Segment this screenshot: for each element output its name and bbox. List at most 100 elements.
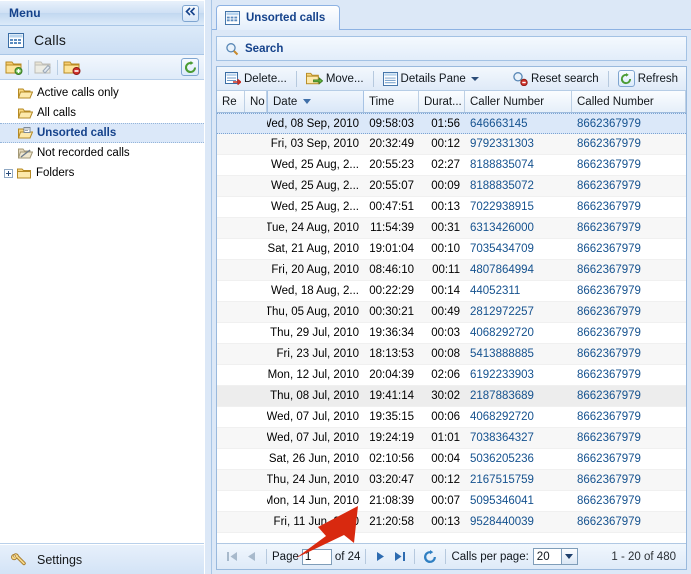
table-row[interactable]: Thu, 29 Jul, 2010 19:36:34 00:03 4068292720… [217,323,686,344]
left-sidebar: Menu Calls Active calls only All calls U… [0,0,205,574]
table-row[interactable]: Mon, 14 Jun, 2010 21:08:39 00:07 5095346041… [217,491,686,512]
cell-time: 21:08:39 [369,495,414,507]
table-row[interactable]: Wed, 08 Sep, 2010 09:58:03 01:56 646663145 8… [217,113,686,134]
column-header-durat[interactable]: Durat... [419,91,465,112]
cell-date: Thu, 24 Jun, 2010 [267,474,359,486]
tree-item-all-calls[interactable]: All calls [0,103,204,123]
cell-caller: 44052311 [470,285,521,297]
last-page-button[interactable] [393,550,406,563]
search-panel-header[interactable]: Search [216,36,687,61]
cell-date: Sat, 26 Jun, 2010 [268,453,359,465]
next-page-button[interactable] [374,550,387,563]
calls-per-page-select[interactable]: 20 [532,548,578,565]
cell-time: 00:47:51 [369,201,414,213]
table-row[interactable]: Mon, 12 Jul, 2010 20:04:39 02:06 6192233903… [217,365,686,386]
cell-date: Mon, 12 Jul, 2010 [267,369,359,381]
column-header-label: Durat... [424,95,462,108]
table-row[interactable]: Wed, 07 Jul, 2010 19:35:15 00:06 4068292720… [217,407,686,428]
next-page-icon [377,552,385,561]
table-row[interactable]: Tue, 24 Aug, 2010 11:54:39 00:31 6313426000… [217,218,686,239]
cell-called: 8662367979 [577,180,641,192]
table-row[interactable]: Wed, 25 Aug, 2... 20:55:23 02:27 8188835074… [217,155,686,176]
pane-splitter[interactable] [204,0,212,574]
column-header-no[interactable]: No [245,91,267,112]
table-row[interactable]: Fri, 20 Aug, 2010 08:46:10 00:11 4807864994… [217,260,686,281]
cell-date: Thu, 29 Jul, 2010 [270,327,359,339]
collapse-sidebar-button[interactable] [182,5,200,22]
column-header-label: Date [273,95,298,108]
first-page-button[interactable] [226,550,239,563]
refresh-tree-button[interactable] [181,58,200,76]
refresh-button[interactable]: Refresh [613,69,683,89]
settings-button[interactable]: Settings [0,544,205,574]
cell-date: Fri, 11 Jun, 2010 [273,516,359,528]
cell-called: 8662367979 [577,285,641,297]
delete-folder-button[interactable] [63,59,81,75]
table-row[interactable]: Fri, 11 Jun, 2010 21:20:58 00:13 9528440039… [217,512,686,533]
cell-called: 8662367979 [577,369,641,381]
cell-date: Thu, 08 Jul, 2010 [270,390,359,402]
cell-duration: 00:11 [432,264,460,276]
cell-time: 20:04:39 [369,369,414,381]
cell-duration: 00:49 [431,306,460,318]
tree-item-folders[interactable]: Folders [0,163,204,183]
table-row[interactable]: Wed, 25 Aug, 2... 00:47:51 00:13 7022938915… [217,197,686,218]
folder-edit-icon [34,61,51,74]
cell-time: 11:54:39 [370,222,414,234]
table-row[interactable]: Wed, 18 Aug, 2... 00:22:29 00:14 44052311 86… [217,281,686,302]
cell-duration: 00:04 [431,453,460,465]
cell-called: 8662367979 [577,222,641,234]
chevron-down-icon[interactable] [560,548,578,565]
delete-button[interactable]: Delete... [220,69,292,89]
table-row[interactable]: Wed, 07 Jul, 2010 19:24:19 01:01 7038364327… [217,428,686,449]
column-header-called-number[interactable]: Called Number [572,91,686,112]
new-folder-button[interactable] [5,59,23,75]
tree-item-label: Not recorded calls [37,147,130,159]
toolbar-separator [372,70,374,87]
table-row[interactable]: Sat, 26 Jun, 2010 02:10:56 00:04 5036205236… [217,449,686,470]
prev-page-icon [248,552,255,561]
column-header-date[interactable]: Date [267,91,364,112]
tree-item-label: Unsorted calls [37,127,117,139]
tree-item-active-calls-only[interactable]: Active calls only [0,83,204,103]
table-row[interactable]: Fri, 03 Sep, 2010 20:32:49 00:12 9792331303… [217,134,686,155]
pager-separator [266,549,267,564]
column-header-caller-number[interactable]: Caller Number [465,91,572,112]
prev-page-button[interactable] [245,550,258,563]
sidebar-section-calls[interactable]: Calls [0,26,205,55]
table-row[interactable]: Thu, 05 Aug, 2010 00:30:21 00:49 2812972257… [217,302,686,323]
cell-caller: 5036205236 [470,453,534,465]
reset-search-button[interactable]: Reset search [507,69,604,89]
table-row[interactable]: Thu, 08 Jul, 2010 19:41:14 30:02 2187883689… [217,386,686,407]
table-row[interactable]: Sat, 21 Aug, 2010 19:01:04 00:10 7035434709… [217,239,686,260]
column-header-time[interactable]: Time [364,91,419,112]
column-header-re[interactable]: Re [217,91,245,112]
move-button[interactable]: Move... [301,69,369,89]
cell-time: 20:55:23 [369,159,414,171]
refresh-button-label: Refresh [637,72,678,85]
tree-item-unsorted-calls[interactable]: Unsorted calls [0,123,205,143]
cell-date: Thu, 05 Aug, 2010 [267,306,359,318]
cell-time: 20:32:49 [369,138,414,150]
cell-time: 19:35:15 [369,411,414,423]
table-row[interactable]: Wed, 25 Aug, 2... 20:55:07 00:09 8188835072… [217,176,686,197]
page-number-input[interactable] [301,548,332,565]
cell-time: 19:36:34 [369,327,414,339]
tree-item-not-recorded-calls[interactable]: Not recorded calls [0,143,204,163]
tree-toolbar [0,55,205,80]
cell-caller: 2812972257 [470,306,534,318]
expand-folders-icon[interactable] [4,168,13,178]
details-pane-button[interactable]: Details Pane [378,69,484,89]
cell-caller: 5095346041 [470,495,534,507]
tab-unsorted-calls[interactable]: Unsorted calls [216,5,341,30]
details-pane-icon [382,71,398,86]
cell-called: 8662367979 [577,264,641,276]
cell-date: Wed, 25 Aug, 2... [270,180,359,192]
edit-folder-button[interactable] [34,59,52,75]
pager-refresh-button[interactable] [423,549,437,564]
cell-called: 8662367979 [577,348,641,360]
table-row[interactable]: Thu, 24 Jun, 2010 03:20:47 00:12 2167515759… [217,470,686,491]
cell-caller: 9792331303 [470,138,534,150]
table-row[interactable]: Fri, 23 Jul, 2010 18:13:53 00:08 5413888885… [217,344,686,365]
toolbar-separator [607,70,609,87]
